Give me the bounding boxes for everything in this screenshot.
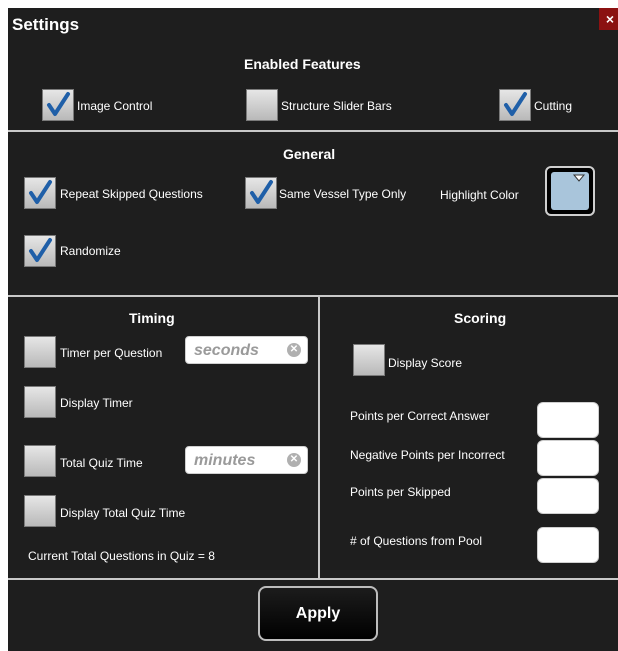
scoring-title: Scoring (454, 310, 507, 326)
general-title: General (283, 146, 336, 162)
enabled-features-title: Enabled Features (244, 56, 361, 72)
highlight-color-swatch (551, 172, 589, 210)
repeat-skipped-questions-checkbox[interactable] (24, 177, 56, 209)
display-total-quiz-time-checkbox[interactable] (24, 495, 56, 527)
randomize-label: Randomize (60, 244, 121, 258)
checkmark-icon (29, 238, 52, 262)
timer-per-question-label: Timer per Question (60, 346, 163, 360)
close-button[interactable]: × (599, 8, 618, 30)
minutes-input[interactable] (192, 450, 286, 472)
image-control-label: Image Control (77, 99, 153, 113)
total-quiz-time-checkbox[interactable] (24, 445, 56, 477)
points-skipped-label: Points per Skipped (350, 485, 451, 499)
same-vessel-type-label: Same Vessel Type Only (279, 187, 407, 201)
dialog-title: Settings (12, 15, 80, 34)
seconds-input[interactable] (192, 340, 286, 362)
display-score-label: Display Score (388, 356, 463, 370)
same-vessel-type-checkbox[interactable] (245, 177, 277, 209)
divider-bottom (8, 578, 618, 580)
minutes-field[interactable]: ✕ (185, 446, 308, 474)
checkmark-icon (250, 180, 273, 204)
timing-title: Timing (129, 310, 175, 326)
checkmark-icon (504, 92, 527, 116)
clear-minutes-icon[interactable]: ✕ (287, 453, 301, 467)
cutting-checkbox[interactable] (499, 89, 531, 121)
structure-slider-bars-checkbox[interactable] (246, 89, 278, 121)
points-correct-input[interactable] (537, 402, 599, 438)
points-skipped-input[interactable] (537, 478, 599, 514)
current-total-questions: Current Total Questions in Quiz = 8 (28, 549, 215, 563)
questions-from-pool-input[interactable] (537, 527, 599, 563)
display-timer-checkbox[interactable] (24, 386, 56, 418)
questions-from-pool-label: # of Questions from Pool (350, 534, 483, 548)
checkmark-icon (47, 92, 70, 116)
negative-points-input[interactable] (537, 440, 599, 476)
clear-seconds-icon[interactable]: ✕ (287, 343, 301, 357)
divider-timing-scoring (318, 297, 320, 578)
display-timer-label: Display Timer (60, 396, 133, 410)
total-quiz-time-label: Total Quiz Time (60, 456, 143, 470)
apply-button[interactable]: Apply (258, 586, 378, 641)
divider-features (8, 130, 618, 132)
cutting-label: Cutting (534, 99, 573, 113)
display-score-checkbox[interactable] (353, 344, 385, 376)
timer-per-question-checkbox[interactable] (24, 336, 56, 368)
repeat-skipped-questions-label: Repeat Skipped Questions (60, 187, 203, 201)
randomize-checkbox[interactable] (24, 235, 56, 267)
display-total-quiz-time-label: Display Total Quiz Time (60, 506, 186, 520)
seconds-field[interactable]: ✕ (185, 336, 308, 364)
negative-points-label: Negative Points per Incorrect (350, 448, 505, 462)
dropdown-arrow-icon (572, 174, 586, 182)
highlight-color-label: Highlight Color (440, 188, 519, 202)
checkmark-icon (29, 180, 52, 204)
image-control-checkbox[interactable] (42, 89, 74, 121)
highlight-color-picker[interactable] (545, 166, 595, 216)
divider-general (8, 295, 618, 297)
points-correct-label: Points per Correct Answer (350, 409, 490, 423)
settings-dialog: Settings × Enabled Features Image Contro… (8, 8, 618, 651)
structure-slider-bars-label: Structure Slider Bars (281, 99, 392, 113)
